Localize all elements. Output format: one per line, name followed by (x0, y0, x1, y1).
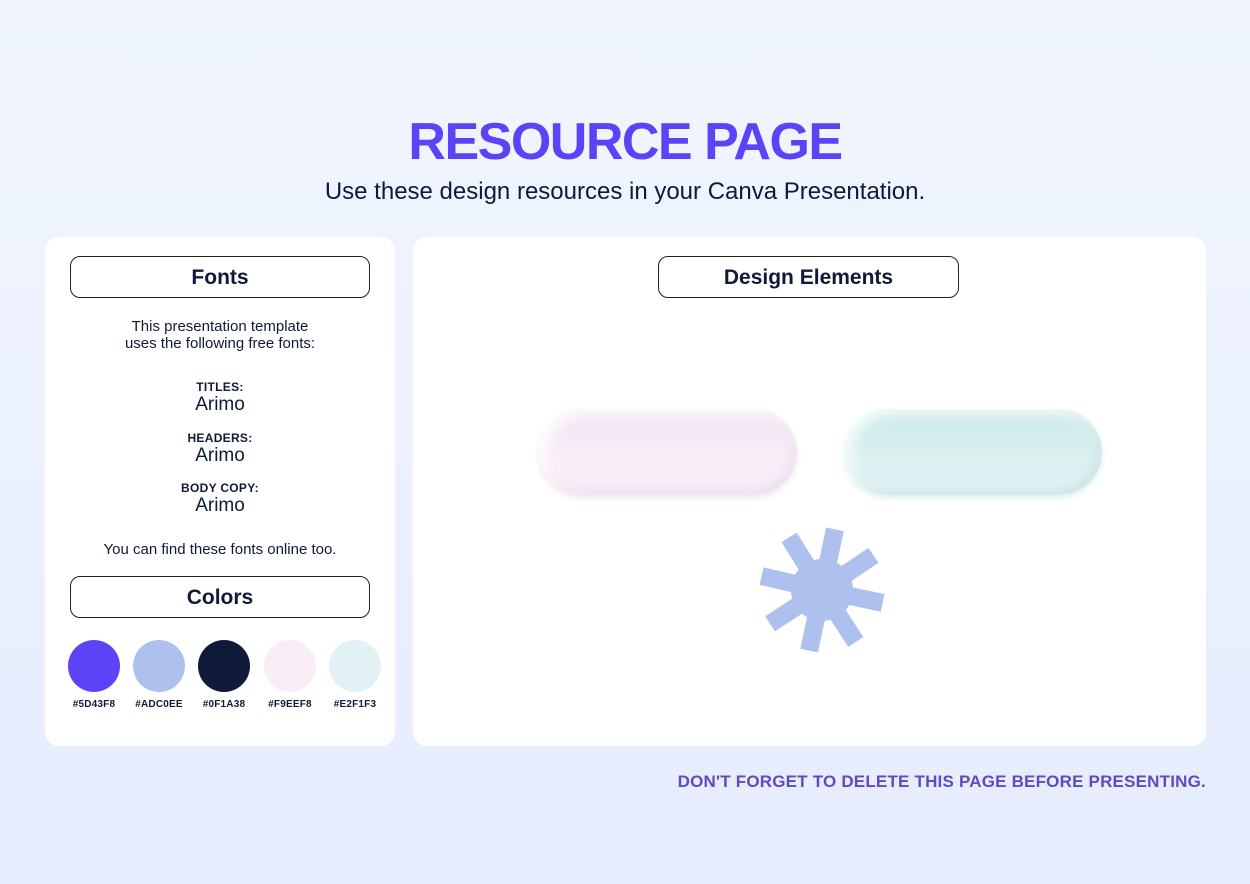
fonts-intro-line2: uses the following free fonts: (124, 335, 316, 352)
color-swatch-3 (198, 640, 250, 692)
color-swatch-1 (68, 640, 120, 692)
color-swatch-5 (329, 640, 381, 692)
color-hex-label-5: #E2F1F3 (333, 699, 377, 710)
footer-note: DON'T FORGET TO DELETE THIS PAGE BEFORE … (677, 772, 1206, 791)
font-name: Arimo (195, 445, 245, 466)
mint-pill-shape[interactable] (844, 409, 1102, 495)
font-label: BODY COPY: (181, 481, 259, 495)
design-elements-header: Design Elements (658, 256, 959, 298)
fonts-header: Fonts (70, 256, 370, 298)
page-subtitle: Use these design resources in your Canva… (324, 178, 926, 205)
font-name: Arimo (195, 394, 245, 415)
color-hex-label-3: #0F1A38 (202, 699, 246, 710)
font-label: TITLES: (196, 380, 244, 394)
font-item-body-copy: BODY COPY: Arimo (45, 481, 395, 517)
colors-header: Colors (70, 576, 370, 618)
design-elements-card: Design Elements (413, 237, 1206, 746)
color-hex-label-2: #ADC0EE (135, 699, 183, 710)
fonts-intro-line1: This presentation template (131, 318, 309, 335)
fonts-find-text: You can find these fonts online too. (103, 541, 337, 558)
font-item-headers: HEADERS: Arimo (45, 431, 395, 467)
font-item-titles: TITLES: Arimo (45, 380, 395, 416)
fonts-intro: This presentation template uses the foll… (45, 318, 395, 352)
font-label: HEADERS: (187, 431, 253, 445)
pink-pill-shape[interactable] (539, 409, 797, 495)
asterisk-shape[interactable] (749, 515, 895, 665)
color-hex-label-1: #5D43F8 (72, 699, 116, 710)
color-swatch-2 (133, 640, 185, 692)
asterisk-center (791, 559, 853, 621)
color-hex-label-4: #F9EEF8 (268, 699, 312, 710)
fonts-colors-card: Fonts This presentation template uses th… (45, 237, 395, 746)
font-name: Arimo (195, 495, 245, 516)
page-title: RESOURCE PAGE (408, 113, 843, 171)
color-swatch-4 (264, 640, 316, 692)
